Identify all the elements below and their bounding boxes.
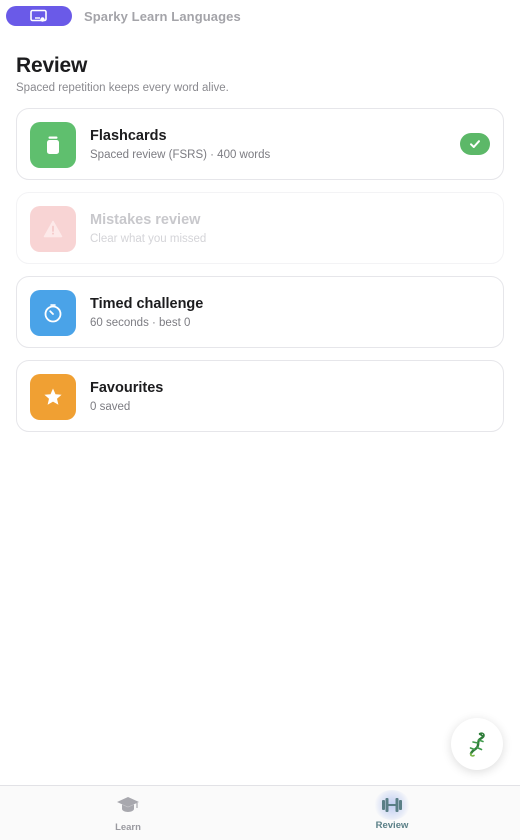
- card-stack-icon: [47, 136, 59, 154]
- flashcards-card[interactable]: Flashcards Spaced review (FSRS) · 400 wo…: [16, 108, 504, 180]
- card-title: Favourites: [90, 380, 164, 396]
- flashcards-tile: [30, 122, 76, 168]
- checkmark-icon: [470, 140, 480, 148]
- top-bar: Sparky Learn Languages: [0, 0, 520, 34]
- timed-challenge-tile: [30, 290, 76, 336]
- mistakes-review-card: Mistakes review Clear what you missed: [16, 192, 504, 264]
- tab-label: Learn: [115, 822, 141, 833]
- dumbbell-icon: [382, 798, 402, 812]
- timed-challenge-card[interactable]: Timed challenge 60 seconds · best 0: [16, 276, 504, 348]
- mistakes-tile: [30, 206, 76, 252]
- tab-review-icon-wrap: [374, 790, 410, 820]
- timer-icon: [44, 304, 62, 323]
- app-title: Sparky Learn Languages: [84, 9, 241, 24]
- star-icon: [44, 388, 62, 405]
- card-subtitle: 60 seconds · best 0: [90, 317, 191, 329]
- bottom-tab-bar: Learn Review: [0, 785, 520, 840]
- page-subtitle: Spaced repetition keeps every word alive…: [16, 82, 229, 94]
- warning-icon: [43, 220, 63, 238]
- graduation-cap-icon: [117, 797, 139, 812]
- card-title: Flashcards: [90, 128, 167, 144]
- completed-badge: [460, 133, 490, 155]
- gecko-mascot-icon: [469, 732, 485, 757]
- card-title: Timed challenge: [90, 296, 204, 312]
- profile-card-icon: [30, 9, 47, 22]
- mascot-fab-button[interactable]: [451, 718, 503, 770]
- page-title: Review: [16, 54, 88, 77]
- card-subtitle: Spaced review (FSRS) · 400 words: [90, 149, 271, 161]
- favourites-card[interactable]: Favourites 0 saved: [16, 360, 504, 432]
- card-subtitle: 0 saved: [90, 401, 131, 413]
- card-title: Mistakes review: [90, 212, 201, 228]
- favourites-tile: [30, 374, 76, 420]
- profile-pill[interactable]: [6, 6, 72, 26]
- tab-review[interactable]: Review: [352, 790, 432, 838]
- tab-learn-icon-wrap: [113, 792, 143, 818]
- tab-learn[interactable]: Learn: [88, 792, 168, 838]
- tab-label: Review: [375, 820, 409, 831]
- card-subtitle: Clear what you missed: [90, 233, 207, 245]
